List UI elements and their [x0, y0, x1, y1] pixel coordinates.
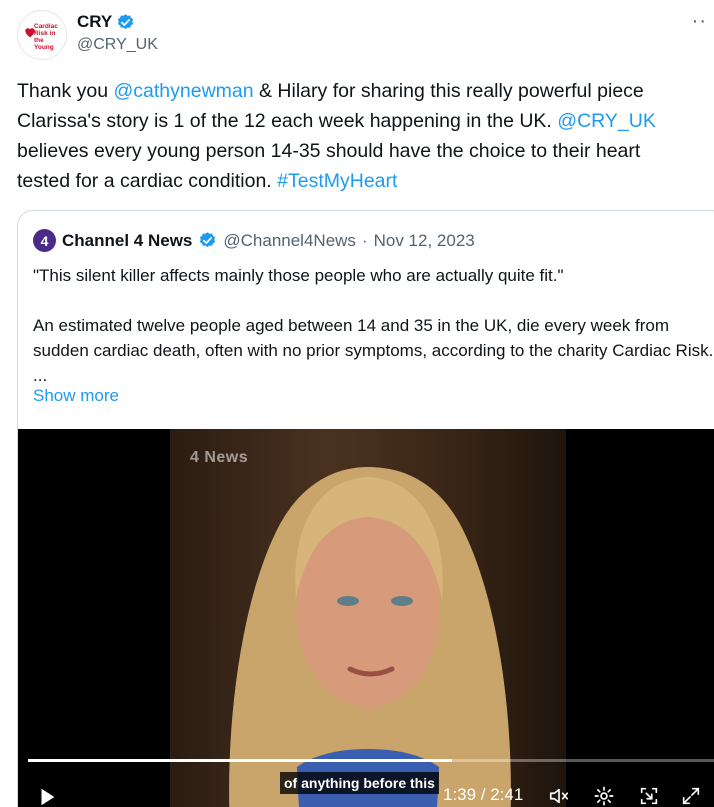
video-frame[interactable]: 4 News	[170, 429, 566, 807]
channel4-news-watermark: 4 News	[190, 449, 249, 466]
play-icon[interactable]	[36, 786, 58, 807]
hashtag-testmyheart[interactable]: #TestMyHeart	[277, 170, 397, 192]
avatar-logo-text: Cardiac Risk in the Young	[34, 23, 58, 51]
show-more-link[interactable]: Show more	[33, 386, 119, 406]
tweet-text: Thank you @cathynewman & Hilary for shar…	[17, 76, 714, 196]
quoted-tweet-text: "This silent killer affects mainly those…	[33, 263, 714, 388]
mention-cry-uk[interactable]: @CRY_UK	[557, 110, 656, 132]
author-display-name[interactable]: CRY	[77, 12, 112, 32]
video-still	[229, 467, 511, 807]
author-name-row: CRY	[77, 12, 135, 32]
video-time: 1:39 / 2:41	[443, 785, 524, 804]
quoted-tweet[interactable]: 4 Channel 4 News @Channel4News · Nov 12,…	[17, 210, 714, 807]
mention-cathynewman[interactable]: @cathynewman	[113, 80, 253, 102]
quoted-author-handle[interactable]: @Channel4News	[223, 231, 356, 251]
quoted-tweet-header: 4 Channel 4 News @Channel4News · Nov 12,…	[33, 229, 475, 252]
verified-badge-icon	[118, 13, 134, 29]
quoted-paragraph: "This silent killer affects mainly those…	[33, 266, 564, 285]
author-handle[interactable]: @CRY_UK	[77, 36, 158, 54]
pip-icon[interactable]	[638, 785, 660, 807]
video-progress-bar[interactable]	[28, 759, 714, 762]
tweet-header: Cardiac Risk in the Young CRY @CRY_UK ··	[17, 10, 707, 62]
tweet-text-part: Thank you	[17, 80, 114, 102]
settings-icon[interactable]	[593, 785, 615, 807]
video-player[interactable]: 4 News of anything before this 1:39 / 2:…	[18, 429, 714, 807]
verified-badge-icon	[200, 232, 216, 248]
video-progress-fill	[28, 759, 453, 762]
author-avatar[interactable]: Cardiac Risk in the Young	[17, 10, 67, 60]
fullscreen-icon[interactable]	[680, 785, 702, 807]
quoted-tweet-date[interactable]: Nov 12, 2023	[374, 231, 475, 251]
mute-icon[interactable]	[548, 785, 570, 807]
more-options-button[interactable]: ··	[692, 10, 707, 33]
channel4-avatar[interactable]: 4	[33, 229, 56, 252]
quoted-author-name[interactable]: Channel 4 News	[62, 231, 192, 251]
video-controls: 1:39 / 2:41	[18, 779, 714, 807]
quoted-paragraph: An estimated twelve people aged between …	[33, 316, 714, 385]
meta-separator: ·	[361, 230, 368, 250]
